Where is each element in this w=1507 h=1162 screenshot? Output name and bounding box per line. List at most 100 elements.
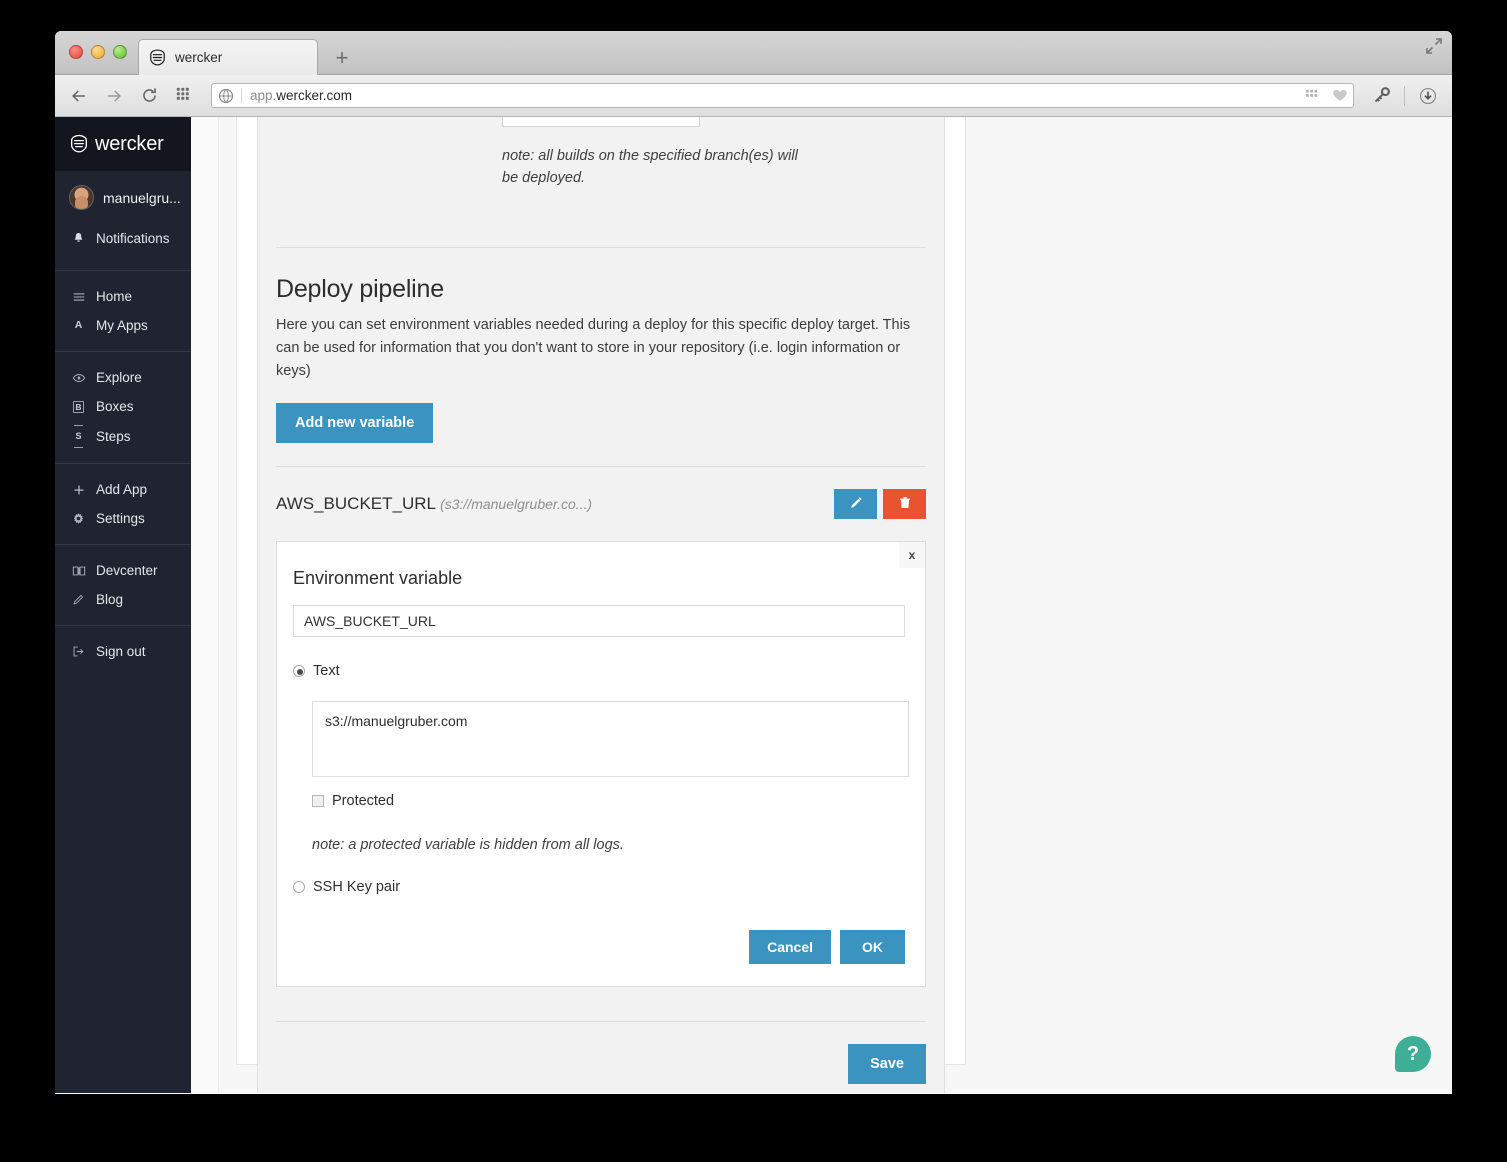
- sidebar-item-label: Explore: [96, 370, 142, 385]
- page-title: Deploy pipeline: [276, 275, 444, 303]
- add-new-variable-button[interactable]: Add new variable: [276, 403, 434, 443]
- address-bar-url: app.wercker.com: [250, 88, 352, 103]
- sidebar-item-label: Sign out: [96, 644, 146, 659]
- edit-variable-button[interactable]: [834, 489, 877, 519]
- browser-toolbar: app.wercker.com: [55, 75, 1452, 117]
- sidebar-item-label: Home: [96, 289, 133, 304]
- variable-value-textarea[interactable]: s3://manuelgruber.com: [312, 701, 909, 777]
- letter-s-icon: S: [71, 425, 86, 448]
- browser-window: wercker + app.wercker.com wercker manuel…: [55, 31, 1452, 1094]
- sidebar-item-devcenter[interactable]: Devcenter: [55, 556, 191, 585]
- sidebar-item-boxes[interactable]: B Boxes: [55, 392, 191, 421]
- sidebar-item-label: Blog: [96, 592, 124, 607]
- key-icon[interactable]: [1369, 84, 1393, 108]
- forward-arrow-icon[interactable]: [102, 84, 126, 108]
- variable-name: AWS_BUCKET_URL: [276, 494, 436, 513]
- main-content: note: all builds on the specified branch…: [191, 117, 1452, 1093]
- wercker-brand-text: wercker: [95, 132, 164, 155]
- radio-text-icon[interactable]: [293, 665, 305, 677]
- type-ssh-label: SSH Key pair: [313, 879, 401, 895]
- save-button[interactable]: Save: [848, 1044, 926, 1084]
- trash-icon: [898, 496, 912, 513]
- content-left-rail: [191, 117, 219, 1093]
- window-traffic-lights: [69, 45, 127, 59]
- sidebar-group-session: Sign out: [55, 625, 191, 668]
- sidebar-item-settings[interactable]: Settings: [55, 504, 191, 533]
- ok-button[interactable]: OK: [840, 930, 905, 964]
- deploy-target-panel: note: all builds on the specified branch…: [257, 117, 945, 1093]
- sidebar-item-add-app[interactable]: Add App: [55, 475, 191, 504]
- eye-icon: [71, 371, 86, 385]
- sidebar-item-explore[interactable]: Explore: [55, 363, 191, 392]
- variable-name-input[interactable]: [293, 605, 905, 637]
- footer-divider: [276, 1021, 926, 1022]
- branch-note: note: all builds on the specified branch…: [502, 148, 798, 186]
- section-description: Here you can set environment variables n…: [276, 317, 911, 379]
- radio-ssh-icon[interactable]: [293, 881, 305, 893]
- sidebar-item-label: Add App: [96, 482, 148, 497]
- wercker-logo-icon: [69, 134, 89, 154]
- wercker-logo[interactable]: wercker: [55, 117, 191, 171]
- close-window-button[interactable]: [69, 45, 83, 59]
- close-icon[interactable]: x: [899, 542, 925, 568]
- variable-row: AWS_BUCKET_URL (s3://manuelgruber.co...): [276, 489, 926, 519]
- book-icon: [71, 564, 86, 578]
- section-divider: [276, 247, 926, 248]
- sidebar-item-sign-out[interactable]: Sign out: [55, 637, 191, 666]
- sidebar-item-notifications[interactable]: Notifications: [55, 224, 191, 259]
- globe-icon: [218, 88, 234, 104]
- download-icon[interactable]: [1416, 84, 1440, 108]
- browser-tab-wercker[interactable]: wercker: [138, 39, 318, 75]
- pencil-icon: [71, 593, 86, 606]
- pencil-icon: [849, 496, 863, 513]
- sidebar-item-label: Steps: [96, 429, 131, 444]
- browser-tab-strip: wercker +: [55, 31, 1452, 75]
- bell-icon: [71, 232, 86, 245]
- fullscreen-icon[interactable]: [1423, 35, 1445, 57]
- sidebar-user[interactable]: manuelgru...: [55, 171, 191, 224]
- variable-preview: (s3://manuelgruber.co...): [440, 496, 593, 512]
- sidebar-item-home[interactable]: Home: [55, 282, 191, 311]
- branch-input-cutoff[interactable]: [502, 117, 700, 127]
- sidebar-group-manage: Add App Settings: [55, 463, 191, 535]
- variables-divider: [276, 466, 926, 467]
- maximize-window-button[interactable]: [113, 45, 127, 59]
- help-button[interactable]: ?: [1395, 1036, 1431, 1072]
- page-viewport: wercker manuelgru... Notifications Home …: [55, 117, 1452, 1093]
- bookmark-grid-icon[interactable]: [1304, 86, 1323, 105]
- sidebar-user-name: manuelgru...: [103, 189, 181, 206]
- type-option-ssh[interactable]: SSH Key pair: [293, 879, 905, 895]
- minimize-window-button[interactable]: [91, 45, 105, 59]
- url-subdomain: app.: [250, 88, 277, 103]
- avatar: [69, 185, 94, 210]
- heart-icon[interactable]: [1331, 86, 1350, 105]
- browser-tab-title: wercker: [175, 50, 223, 65]
- cancel-button[interactable]: Cancel: [749, 930, 831, 964]
- sidebar-item-my-apps[interactable]: A My Apps: [55, 311, 191, 340]
- protected-checkbox[interactable]: [312, 795, 324, 807]
- variable-name-label: AWS_BUCKET_URL (s3://manuelgruber.co...): [276, 494, 592, 514]
- app-sidebar: wercker manuelgru... Notifications Home …: [55, 117, 191, 1093]
- protected-label: Protected: [332, 793, 395, 809]
- reload-icon[interactable]: [137, 84, 161, 108]
- plus-icon: [71, 484, 86, 496]
- address-bar[interactable]: app.wercker.com: [211, 83, 1354, 108]
- editor-title: Environment variable: [293, 568, 463, 588]
- url-domain: wercker.com: [276, 88, 353, 103]
- back-arrow-icon[interactable]: [67, 84, 91, 108]
- apps-grid-icon[interactable]: [172, 84, 196, 108]
- variable-actions: [834, 489, 926, 519]
- hamburger-icon: [71, 290, 86, 304]
- letter-b-boxed-icon: B: [71, 400, 86, 413]
- sign-out-icon: [71, 645, 86, 658]
- protected-option[interactable]: Protected: [312, 793, 905, 809]
- sidebar-item-label: My Apps: [96, 318, 148, 333]
- editor-actions: Cancel OK: [293, 930, 905, 964]
- sidebar-item-steps[interactable]: S Steps: [55, 421, 191, 452]
- sidebar-item-label: Boxes: [96, 399, 134, 414]
- delete-variable-button[interactable]: [883, 489, 926, 519]
- address-bar-actions: [1304, 86, 1350, 105]
- new-tab-button[interactable]: +: [332, 47, 352, 69]
- type-option-text[interactable]: Text: [293, 663, 905, 679]
- sidebar-item-blog[interactable]: Blog: [55, 585, 191, 614]
